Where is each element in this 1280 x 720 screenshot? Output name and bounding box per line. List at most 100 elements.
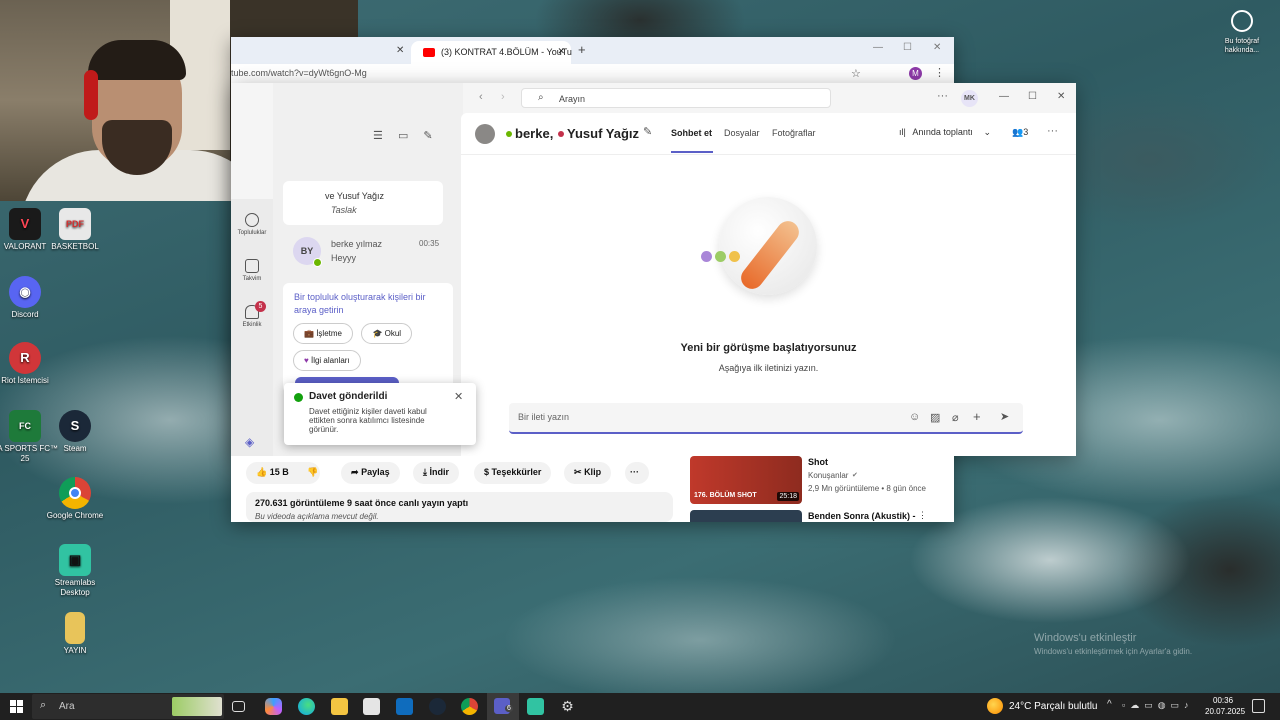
user-avatar[interactable]: MK bbox=[961, 90, 978, 107]
rail-item-communities[interactable]: Topluluklar bbox=[231, 213, 273, 236]
outlook-icon[interactable] bbox=[396, 698, 413, 715]
download-button[interactable]: ⤓ İndir bbox=[413, 462, 459, 484]
desktop-icon-chrome[interactable]: Google Chrome bbox=[40, 477, 110, 521]
rail-item-activity[interactable]: 5 Etkinlik bbox=[231, 301, 273, 328]
online-status-icon bbox=[506, 131, 512, 137]
maximize-icon[interactable]: ☐ bbox=[903, 42, 912, 53]
empty-state-subtitle: Aşağıya ilk iletinizi yazın. bbox=[718, 363, 819, 373]
search-icon: ⌕ bbox=[538, 92, 544, 103]
chrome-icon bbox=[59, 477, 91, 509]
rail-item-calendar[interactable]: Takvim bbox=[231, 259, 273, 282]
close-window-icon[interactable]: ✕ bbox=[933, 42, 941, 53]
desktop-icon-steam[interactable]: S Steam bbox=[40, 410, 110, 454]
new-chat-illustration bbox=[701, 191, 821, 311]
video-call-icon[interactable]: ▭ bbox=[398, 130, 408, 142]
close-window-icon[interactable]: ✕ bbox=[1057, 91, 1065, 102]
app-rail: Topluluklar Takvim 5 Etkinlik ◈ bbox=[231, 199, 273, 456]
bookmark-icon[interactable]: ☆ bbox=[851, 67, 861, 80]
desktop-icon-streamlabs[interactable]: ▣ Streamlabs Desktop bbox=[40, 544, 110, 598]
streamlabs-icon[interactable] bbox=[527, 698, 544, 715]
minimize-icon[interactable]: — bbox=[873, 42, 883, 53]
filter-icon[interactable]: ☰ bbox=[373, 130, 383, 142]
clock-time[interactable]: 00:36 bbox=[1213, 696, 1233, 705]
tray-icons[interactable]: ▫☁▭◍▭♪ bbox=[1122, 700, 1194, 711]
calendar-icon bbox=[245, 259, 259, 273]
forward-arrow-icon[interactable]: › bbox=[501, 91, 505, 103]
send-icon[interactable]: ➤ bbox=[1000, 410, 1009, 423]
premium-diamond-icon[interactable]: ◈ bbox=[245, 435, 254, 449]
streamlabs-icon: ▣ bbox=[59, 544, 91, 576]
chip-isletme[interactable]: 💼 İşletme bbox=[293, 323, 353, 344]
plus-icon[interactable]: + bbox=[973, 409, 981, 424]
back-arrow-icon[interactable]: ‹ bbox=[479, 91, 483, 103]
video-thumbnail bbox=[690, 510, 802, 522]
chrome-icon[interactable] bbox=[461, 698, 478, 715]
browser-menu-icon[interactable]: ⋮ bbox=[934, 66, 945, 79]
more-options-icon[interactable]: ⋮ bbox=[918, 510, 927, 521]
desktop-icon-discord[interactable]: ◉ Discord bbox=[0, 276, 60, 320]
thanks-button[interactable]: $ Teşekkürler bbox=[474, 462, 552, 484]
new-tab-icon[interactable]: + bbox=[578, 42, 586, 57]
more-options-icon[interactable]: ··· bbox=[1047, 125, 1058, 137]
verified-icon: ✔ bbox=[852, 472, 858, 479]
meet-now-button[interactable]: ıl| Anında toplantı ⌄ bbox=[899, 127, 991, 138]
minimize-icon[interactable]: — bbox=[999, 91, 1009, 102]
more-actions-button[interactable]: ··· bbox=[625, 462, 649, 484]
edit-name-icon[interactable]: ✎ bbox=[643, 125, 652, 138]
recommendation-item[interactable]: Benden Sonra (Akustik) - ⋮ bbox=[690, 510, 950, 522]
task-view-icon[interactable] bbox=[232, 701, 245, 712]
chat-list-item-draft[interactable]: ve Yusuf Yağız Taslak bbox=[283, 181, 443, 225]
emoji-icon[interactable]: ☺ bbox=[909, 411, 920, 423]
like-button[interactable]: 👍 15 B 👎 bbox=[246, 462, 320, 484]
wallpaper-info-widget[interactable]: Bu fotoğraf hakkında... bbox=[1216, 10, 1268, 55]
sticker-icon[interactable]: ▨ bbox=[930, 411, 940, 424]
tab-fotograflar[interactable]: Fotoğraflar bbox=[772, 128, 816, 138]
desktop-icon-basketbol[interactable]: PDF BASKETBOL bbox=[40, 208, 110, 252]
share-button[interactable]: ➦ Paylaş bbox=[341, 462, 400, 484]
tab-dosyalar[interactable]: Dosyalar bbox=[724, 128, 760, 138]
activation-watermark: Windows'u etkinleştir Windows'u etkinleş… bbox=[1034, 632, 1193, 656]
busy-status-icon bbox=[558, 131, 564, 137]
settings-icon[interactable]: ⚙ bbox=[559, 698, 576, 715]
recommendation-item[interactable]: 176. BÖLÜM SHOT 25:18 Shot Konuşanlar ✔ … bbox=[690, 456, 950, 506]
maximize-icon[interactable]: ☐ bbox=[1028, 91, 1037, 102]
chat-header: berke, Yusuf Yağız ✎ Sohbet et Dosyalar … bbox=[461, 113, 1076, 155]
clock-date[interactable]: 20.07.2025 bbox=[1205, 707, 1245, 716]
edge-icon[interactable] bbox=[298, 698, 315, 715]
notification-icon[interactable] bbox=[1252, 699, 1265, 713]
tab-sohbet[interactable]: Sohbet et bbox=[671, 128, 712, 138]
teams-taskbar-active[interactable]: 6 bbox=[487, 693, 519, 720]
clip-button[interactable]: ✂ Klip bbox=[564, 462, 612, 484]
desktop-icon-yayin[interactable]: YAYIN bbox=[40, 612, 110, 656]
tray-chevron-icon[interactable]: ^ bbox=[1107, 699, 1112, 710]
message-composer[interactable]: Bir ileti yazın ☺ ▨ ⌀ + ➤ bbox=[509, 403, 1023, 434]
chip-ilgi-alanlari[interactable]: ♥ İlgi alanları bbox=[293, 350, 361, 371]
more-options-icon[interactable]: ··· bbox=[937, 90, 948, 102]
invite-sent-toast: Davet gönderildi ✕ Davet ettiğiniz kişil… bbox=[284, 383, 476, 445]
profile-avatar[interactable]: M bbox=[909, 67, 922, 80]
copilot-icon[interactable] bbox=[265, 698, 282, 715]
valorant-icon: V bbox=[9, 208, 41, 240]
attach-icon[interactable]: ⌀ bbox=[952, 411, 959, 424]
teams-badge: 6 bbox=[505, 705, 513, 712]
chat-list-item-berke[interactable]: BY berke yılmaz 00:35 Heyyy bbox=[283, 233, 453, 273]
weather-text[interactable]: 24°C Parçalı bulutlu bbox=[1009, 701, 1098, 712]
pdf-icon: PDF bbox=[59, 208, 91, 240]
description-box[interactable]: 270.631 görüntüleme 9 saat önce canlı ya… bbox=[246, 492, 673, 522]
taskbar-search[interactable]: ⌕ Ara bbox=[32, 694, 224, 719]
participants-button[interactable]: 👥3 bbox=[1012, 127, 1028, 138]
windows-start-icon[interactable] bbox=[10, 700, 23, 713]
search-input[interactable]: ⌕ Arayın bbox=[521, 88, 831, 108]
new-chat-icon[interactable]: ✎ bbox=[423, 130, 432, 142]
weather-icon bbox=[987, 698, 1003, 714]
file-explorer-icon[interactable] bbox=[331, 698, 348, 715]
close-toast-icon[interactable]: ✕ bbox=[454, 390, 463, 403]
address-bar[interactable]: tube.com/watch?v=dyWt6gnO-Mg ☆ M ⋮ bbox=[231, 64, 954, 84]
browser-tab-youtube[interactable]: (3) KONTRAT 4.BÖLÜM - YouTu ✕ bbox=[411, 41, 572, 64]
close-tab-icon[interactable]: ✕ bbox=[557, 46, 565, 57]
chip-okul[interactable]: 🎓 Okul bbox=[361, 323, 413, 344]
desktop-icon-riot[interactable]: R Riot İstemcisi bbox=[0, 342, 60, 386]
close-tab-icon[interactable]: ✕ bbox=[396, 45, 404, 56]
store-icon[interactable] bbox=[363, 698, 380, 715]
steam-icon[interactable] bbox=[429, 698, 446, 715]
